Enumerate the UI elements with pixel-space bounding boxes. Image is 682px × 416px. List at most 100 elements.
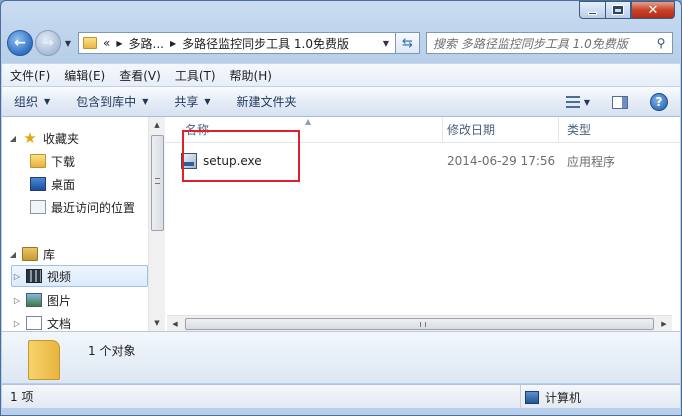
nav-item-label: 图片	[47, 293, 72, 308]
column-date-modified[interactable]: 修改日期	[439, 117, 559, 143]
caption-buttons: ✕	[579, 1, 675, 21]
menu-tools[interactable]: 工具(T)	[175, 67, 216, 84]
collapse-arrow-icon[interactable]: ◢	[8, 250, 18, 259]
grip-icon	[419, 321, 426, 327]
pictures-library-icon	[26, 293, 42, 307]
minimize-icon	[588, 11, 597, 15]
status-bar: 1 项 计算机	[2, 384, 680, 409]
computer-icon	[525, 390, 539, 404]
nav-favorites[interactable]: ◢ ★ 收藏夹	[8, 127, 79, 149]
video-library-icon	[26, 269, 42, 283]
expand-arrow-icon[interactable]: ▷	[12, 319, 22, 328]
selection-count: 1 个对象	[88, 344, 136, 358]
search-placeholder: 搜索 多路径监控同步工具 1.0免费版	[433, 36, 628, 51]
back-button[interactable]: ←	[7, 30, 33, 56]
expand-arrow-icon[interactable]: ▷	[12, 296, 22, 305]
nav-libraries[interactable]: ◢ 库	[8, 243, 55, 265]
nav-item-label: 视频	[47, 269, 72, 284]
recent-pages-dropdown[interactable]: ▼	[62, 39, 74, 48]
breadcrumb-item[interactable]: 多路...	[129, 35, 164, 52]
breadcrumb-separator-icon[interactable]: ▶	[170, 39, 176, 48]
chevron-down-icon: ▼	[204, 97, 211, 106]
status-zone: 计算机	[520, 385, 581, 409]
file-list-horizontal-scrollbar[interactable]: ◀ ▶	[167, 315, 672, 331]
minimize-button[interactable]	[579, 1, 605, 19]
preview-pane-icon[interactable]	[612, 95, 628, 109]
scroll-down-arrow-icon[interactable]: ▼	[149, 315, 165, 331]
status-zone-label: 计算机	[545, 390, 582, 405]
annotation-highlight-box	[182, 130, 300, 182]
include-in-library-button[interactable]: 包含到库中 ▼	[76, 93, 148, 110]
new-folder-label: 新建文件夹	[236, 95, 297, 109]
scrollbar-thumb[interactable]	[185, 317, 654, 330]
change-view-icon[interactable]	[565, 96, 580, 108]
share-label: 共享	[174, 95, 199, 109]
downloads-folder-icon	[30, 154, 46, 168]
view-options-dropdown[interactable]: ▼	[584, 98, 590, 107]
scroll-right-arrow-icon[interactable]: ▶	[656, 320, 672, 328]
nav-item-pictures[interactable]: ▷ 图片	[12, 289, 71, 311]
documents-library-icon	[26, 316, 42, 330]
scrollbar-thumb[interactable]	[151, 135, 164, 231]
breadcrumb-separator-icon[interactable]: ▶	[116, 39, 122, 48]
column-type[interactable]: 类型	[559, 117, 679, 143]
address-bar[interactable]: « ▶ 多路... ▶ 多路径监控同步工具 1.0免费版 ▼	[78, 32, 396, 54]
search-input[interactable]: 搜索 多路径监控同步工具 1.0免费版 ⚲	[426, 32, 673, 54]
content-area: ◢ ★ 收藏夹 下载 桌面 最近访问的位置 ◢ 库 ▷ 视频 ▷ 图片 ▷ 文档…	[2, 117, 680, 331]
share-button[interactable]: 共享 ▼	[174, 93, 210, 110]
file-list-pane: 名称 ▲ 修改日期 类型 setup.exe 2014-06-29 17:56 …	[165, 117, 680, 331]
nav-item-label: 下载	[51, 154, 76, 169]
scroll-left-arrow-icon[interactable]: ◀	[167, 320, 183, 328]
nav-item-label: 最近访问的位置	[51, 200, 136, 215]
details-pane: 1 个对象	[2, 331, 680, 383]
chevron-down-icon: ▼	[142, 97, 149, 106]
nav-libraries-label: 库	[43, 247, 56, 262]
close-button[interactable]: ✕	[631, 1, 675, 19]
maximize-button[interactable]	[605, 1, 631, 19]
include-library-label: 包含到库中	[76, 95, 137, 109]
folder-icon	[28, 340, 60, 380]
nav-pane-scrollbar[interactable]: ▲ ▼	[148, 117, 165, 331]
file-date-modified: 2014-06-29 17:56	[447, 154, 556, 168]
nav-item-recent-places[interactable]: 最近访问的位置	[26, 196, 135, 218]
recent-places-icon	[30, 200, 46, 214]
sort-ascending-icon: ▲	[305, 117, 312, 126]
nav-item-label: 桌面	[51, 177, 76, 192]
menu-bar: 文件(F) 编辑(E) 查看(V) 工具(T) 帮助(H)	[2, 63, 680, 87]
forward-arrow-icon: →	[42, 35, 54, 51]
breadcrumb-item-current[interactable]: 多路径监控同步工具 1.0免费版	[182, 35, 349, 52]
navigation-bar: ← → ▼ « ▶ 多路... ▶ 多路径监控同步工具 1.0免费版 ▼ ⇆ 搜…	[7, 27, 673, 59]
nav-item-downloads[interactable]: 下载	[26, 150, 75, 172]
menu-edit[interactable]: 编辑(E)	[64, 67, 105, 84]
maximize-icon	[612, 5, 624, 15]
menu-help[interactable]: 帮助(H)	[230, 67, 272, 84]
organize-button[interactable]: 组织 ▼	[14, 93, 50, 110]
help-icon[interactable]: ?	[650, 93, 668, 111]
forward-button[interactable]: →	[35, 30, 61, 56]
expand-arrow-icon[interactable]: ▷	[12, 272, 22, 281]
address-history-dropdown[interactable]: ▼	[377, 39, 395, 48]
explorer-window: ✕ ← → ▼ « ▶ 多路... ▶ 多路径监控同步工具 1.0免费版 ▼ ⇆…	[0, 0, 682, 416]
menu-file[interactable]: 文件(F)	[10, 67, 50, 84]
new-folder-button[interactable]: 新建文件夹	[237, 93, 297, 110]
library-icon	[22, 247, 38, 261]
nav-item-videos[interactable]: ▷ 视频	[11, 265, 148, 287]
nav-item-desktop[interactable]: 桌面	[26, 173, 75, 195]
navigation-pane: ◢ ★ 收藏夹 下载 桌面 最近访问的位置 ◢ 库 ▷ 视频 ▷ 图片 ▷ 文档…	[2, 117, 165, 331]
file-type: 应用程序	[567, 154, 616, 169]
search-icon[interactable]: ⚲	[650, 36, 672, 50]
refresh-icon: ⇆	[402, 35, 413, 51]
command-bar: 组织 ▼ 包含到库中 ▼ 共享 ▼ 新建文件夹 ▼ ?	[2, 87, 680, 117]
desktop-icon	[30, 177, 46, 191]
menu-view[interactable]: 查看(V)	[119, 67, 161, 84]
collapse-arrow-icon[interactable]: ◢	[8, 134, 18, 143]
folder-icon	[83, 37, 97, 49]
organize-label: 组织	[14, 95, 39, 109]
scroll-up-arrow-icon[interactable]: ▲	[149, 117, 165, 133]
nav-item-label: 文档	[47, 316, 72, 331]
chevron-down-icon: ▼	[44, 97, 51, 106]
nav-favorites-label: 收藏夹	[43, 131, 80, 146]
grip-icon	[155, 178, 160, 184]
refresh-button[interactable]: ⇆	[396, 32, 420, 54]
breadcrumb-overflow[interactable]: «	[103, 36, 110, 50]
